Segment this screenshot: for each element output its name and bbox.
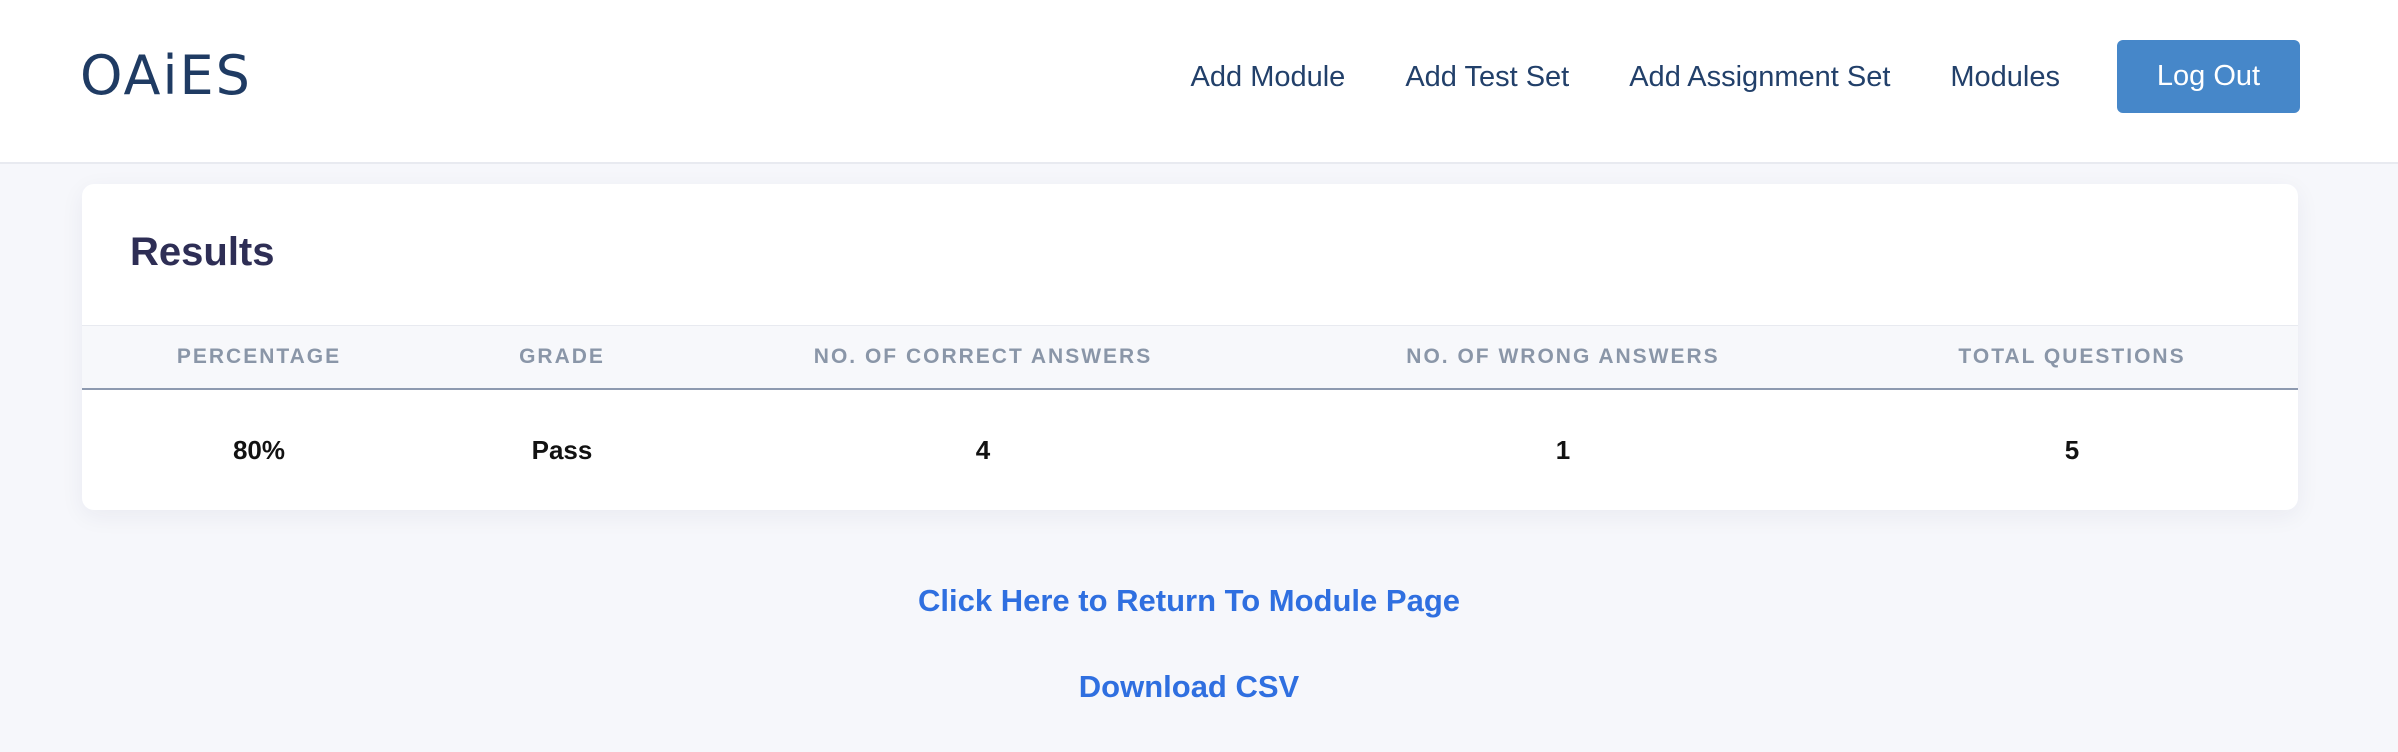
results-table-header: PERCENTAGE GRADE NO. OF CORRECT ANSWERS … (82, 325, 2298, 390)
nav-add-assignment-set[interactable]: Add Assignment Set (1629, 61, 1890, 94)
nav-add-module[interactable]: Add Module (1191, 61, 1346, 94)
brand-logo[interactable]: OAiES (80, 44, 252, 107)
nav-links: Add Module Add Test Set Add Assignment S… (1191, 0, 2060, 154)
cell-correct-answers: 4 (975, 434, 991, 465)
results-title: Results (130, 230, 275, 274)
top-navbar: OAiES Add Module Add Test Set Add Assign… (0, 0, 2398, 164)
logout-button[interactable]: Log Out (2117, 40, 2300, 113)
return-to-module-link[interactable]: Click Here to Return To Module Page (918, 583, 1460, 619)
download-csv-link[interactable]: Download CSV (1079, 669, 1299, 705)
column-header-grade: GRADE (519, 345, 605, 368)
cell-wrong-answers: 1 (1555, 434, 1571, 465)
nav-modules[interactable]: Modules (1950, 61, 2060, 94)
column-header-wrong-answers: NO. OF WRONG ANSWERS (1406, 345, 1720, 368)
column-header-total-questions: TOTAL QUESTIONS (1958, 345, 2186, 368)
cell-grade: Pass (531, 434, 593, 465)
results-card: Results PERCENTAGE GRADE NO. OF CORRECT … (82, 184, 2298, 510)
cell-total-questions: 5 (2064, 434, 2080, 465)
cell-percentage: 80% (232, 434, 286, 465)
table-row: 80% Pass 4 1 5 (82, 390, 2298, 510)
column-header-percentage: PERCENTAGE (176, 345, 342, 368)
nav-add-test-set[interactable]: Add Test Set (1405, 61, 1569, 94)
column-header-correct-answers: NO. OF CORRECT ANSWERS (813, 345, 1153, 368)
